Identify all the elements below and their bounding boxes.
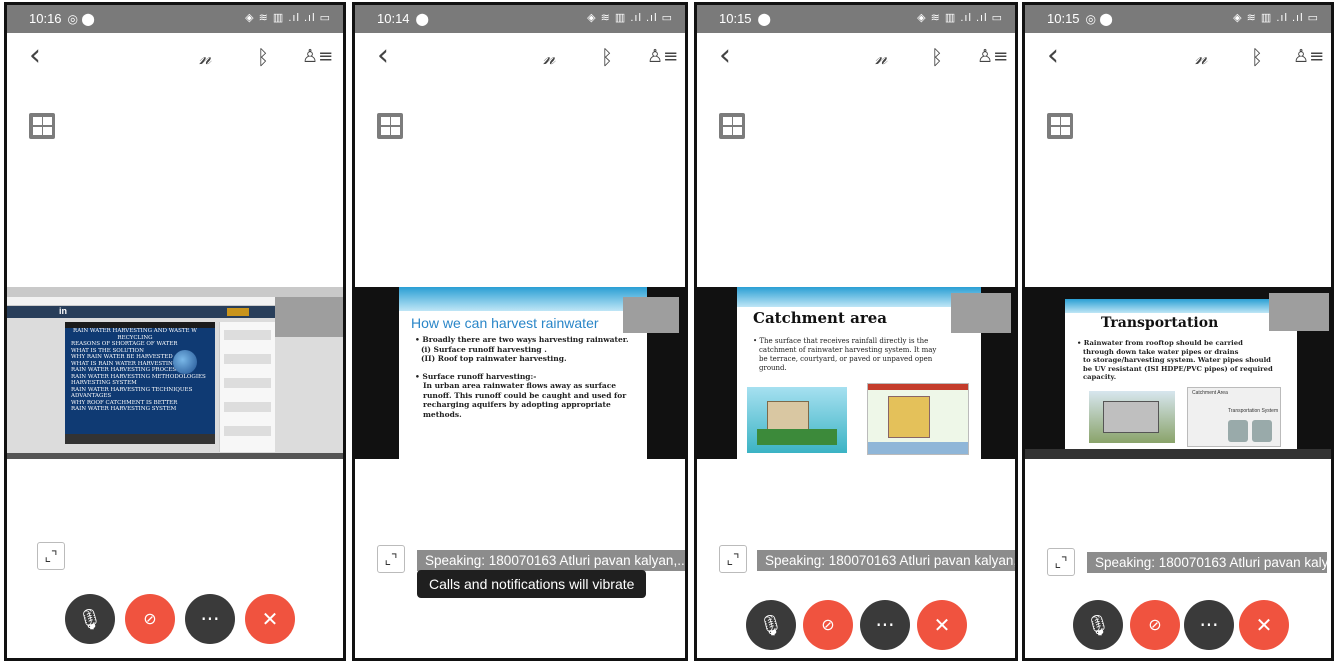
slide-title: Catchment area	[753, 309, 887, 327]
slide-body: • The surface that receives rainfall dir…	[753, 337, 937, 372]
shared-screen: How we can harvest rainwater • Broadly t…	[355, 287, 685, 459]
back-icon[interactable]: ‹	[719, 41, 731, 71]
presentation-slide: Catchment area • The surface that receiv…	[737, 287, 981, 459]
whiteboard-icon[interactable]: 𝓃	[199, 47, 211, 67]
more-options-button[interactable]: ···	[185, 594, 235, 644]
slide-body: • Rainwater from rooftop should be carri…	[1077, 339, 1273, 382]
expand-button[interactable]: ⌞⌝	[719, 545, 747, 573]
speaking-indicator: Speaking: 180070163 Atluri pavan kalyan	[1087, 552, 1327, 573]
sidebar-list	[219, 322, 275, 452]
status-time: 10:16 ◎ ⬤	[29, 11, 95, 26]
self-video-thumbnail	[1269, 293, 1329, 331]
video-off-button[interactable]: ⊘	[803, 600, 853, 650]
whiteboard-icon[interactable]: 𝓃	[875, 47, 887, 67]
status-bar: 10:15 ⬤ ◈ ≋ ▥ .ıl .ıl ▭	[697, 5, 1015, 33]
slide-title: How we can harvest rainwater	[411, 315, 599, 331]
mute-mic-button[interactable]: 🎙	[65, 594, 115, 644]
mute-mic-button[interactable]: 🎙	[746, 600, 796, 650]
status-icons: ◈ ≋ ▥ .ıl .ıl ▭	[917, 12, 1003, 24]
shared-screen: in RAIN WATER HARVESTING AND WASTE W REC…	[7, 287, 343, 459]
back-icon[interactable]: ‹	[1047, 41, 1059, 71]
participants-icon[interactable]: ♙≡	[302, 47, 333, 67]
site-header-button	[227, 308, 249, 316]
slide-preview: RAIN WATER HARVESTING AND WASTE W RECYCL…	[65, 322, 215, 444]
status-bar: 10:16 ◎ ⬤ ◈ ≋ ▥ .ıl .ıl ▭	[7, 5, 343, 33]
top-toolbar: ‹ 𝓃 ᛒ ♙≡	[1025, 35, 1331, 85]
globe-image	[173, 350, 197, 374]
status-time: 10:14 ⬤	[377, 11, 429, 26]
house-illustration	[1089, 391, 1175, 443]
more-options-button[interactable]: ···	[860, 600, 910, 650]
self-video-thumbnail	[275, 297, 343, 337]
phone-screenshot-2: 10:14 ⬤ ◈ ≋ ▥ .ıl .ıl ▭ ‹ 𝓃 ᛒ ♙≡ How we c…	[352, 2, 688, 661]
layout-grid-icon[interactable]	[377, 113, 403, 139]
top-toolbar: ‹ 𝓃 ᛒ ♙≡	[697, 35, 1015, 85]
video-off-button[interactable]: ⊘	[125, 594, 175, 644]
browser-tabs	[7, 287, 343, 297]
shared-screen: Catchment area • The surface that receiv…	[697, 287, 1015, 459]
status-icons: ◈ ≋ ▥ .ıl .ıl ▭	[587, 12, 673, 24]
status-icons: ◈ ≋ ▥ .ıl .ıl ▭	[245, 12, 331, 24]
expand-button[interactable]: ⌞⌝	[377, 545, 405, 573]
storage-illustration	[867, 383, 969, 455]
bluetooth-icon[interactable]: ᛒ	[1251, 47, 1263, 67]
participants-icon[interactable]: ♙≡	[977, 47, 1008, 67]
shared-screen: Transportation • Rainwater from rooftop …	[1025, 287, 1331, 459]
layout-grid-icon[interactable]	[29, 113, 55, 139]
participants-icon[interactable]: ♙≡	[1293, 47, 1324, 67]
whiteboard-icon[interactable]: 𝓃	[1195, 47, 1207, 67]
end-call-button[interactable]: ✕	[245, 594, 295, 644]
status-bar: 10:14 ⬤ ◈ ≋ ▥ .ıl .ıl ▭	[355, 5, 685, 33]
phone-screenshot-1: 10:16 ◎ ⬤ ◈ ≋ ▥ .ıl .ıl ▭ ‹ 𝓃 ᛒ ♙≡ in RAI…	[4, 2, 346, 661]
top-toolbar: ‹ 𝓃 ᛒ ♙≡	[355, 35, 685, 85]
self-video-thumbnail	[623, 297, 679, 333]
speaking-indicator: Speaking: 180070163 Atluri pavan kalyan,…	[417, 550, 685, 571]
phone-screenshot-4: 10:15 ◎ ⬤ ◈ ≋ ▥ .ıl .ıl ▭ ‹ 𝓃 ᛒ ♙≡ Transp…	[1022, 2, 1334, 661]
call-controls	[697, 594, 1015, 644]
bluetooth-icon[interactable]: ᛒ	[601, 47, 613, 67]
status-time: 10:15 ⬤	[719, 11, 771, 26]
slide-body: • Broadly there are two ways harvesting …	[415, 335, 629, 419]
expand-button[interactable]: ⌞⌝	[37, 542, 65, 570]
layout-grid-icon[interactable]	[719, 113, 745, 139]
top-toolbar: ‹ 𝓃 ᛒ ♙≡	[7, 35, 343, 85]
back-icon[interactable]: ‹	[29, 41, 41, 71]
presentation-slide: How we can harvest rainwater • Broadly t…	[399, 287, 647, 459]
slide-title: Transportation	[1101, 315, 1219, 331]
video-off-button[interactable]: ⊘	[1130, 600, 1180, 650]
presentation-slide: Transportation • Rainwater from rooftop …	[1065, 299, 1297, 449]
speaking-indicator: Speaking: 180070163 Atluri pavan kalyan,…	[757, 550, 1015, 571]
whiteboard-icon[interactable]: 𝓃	[543, 47, 555, 67]
storage-tanks-illustration: Catchment Area Transportation System	[1187, 387, 1281, 447]
participants-icon[interactable]: ♙≡	[647, 47, 678, 67]
end-call-button[interactable]: ✕	[1239, 600, 1289, 650]
bluetooth-icon[interactable]: ᛒ	[931, 47, 943, 67]
self-video-thumbnail	[951, 293, 1011, 333]
phone-screenshot-3: 10:15 ⬤ ◈ ≋ ▥ .ıl .ıl ▭ ‹ 𝓃 ᛒ ♙≡ Catchmen…	[694, 2, 1018, 661]
back-icon[interactable]: ‹	[377, 41, 389, 71]
status-time: 10:15 ◎ ⬤	[1047, 11, 1113, 26]
more-options-button[interactable]: ···	[1184, 600, 1234, 650]
layout-grid-icon[interactable]	[1047, 113, 1073, 139]
status-icons: ◈ ≋ ▥ .ıl .ıl ▭	[1233, 12, 1319, 24]
call-controls: 🎙 ⊘ ··· ✕	[7, 594, 343, 644]
call-controls	[355, 594, 685, 644]
mute-mic-button[interactable]: 🎙	[1073, 600, 1123, 650]
site-logo: in	[59, 306, 67, 316]
viewer-footer	[1025, 449, 1331, 459]
catchment-illustration	[747, 387, 847, 453]
end-call-button[interactable]: ✕	[917, 600, 967, 650]
bluetooth-icon[interactable]: ᛒ	[257, 47, 269, 67]
status-bar: 10:15 ◎ ⬤ ◈ ≋ ▥ .ıl .ıl ▭	[1025, 5, 1331, 33]
expand-button[interactable]: ⌞⌝	[1047, 548, 1075, 576]
